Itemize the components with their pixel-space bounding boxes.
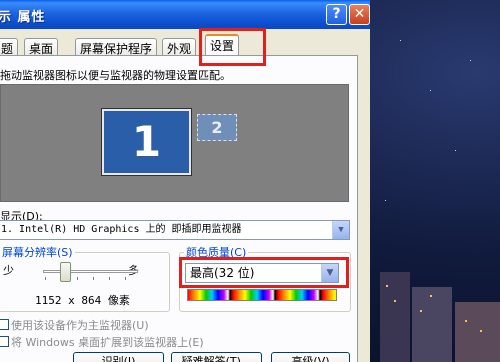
monitor-arrangement-area: 1 2 [0, 84, 349, 202]
tab-appearance[interactable]: 外观 [162, 38, 197, 56]
primary-monitor-label: 使用该设备作为主监视器(U) [11, 319, 149, 332]
resolution-slider-thumb[interactable] [60, 262, 71, 282]
slider-tick [77, 277, 78, 280]
monitor-1-icon[interactable]: 1 [101, 108, 192, 176]
color-spectrum-bar [187, 289, 337, 301]
display-dropdown-value: 1. Intel(R) HD Graphics 上的 即插即用监视器 [1, 224, 242, 235]
chevron-down-icon[interactable]: ▼ [332, 221, 349, 239]
close-button[interactable]: ✕ [349, 4, 370, 25]
instructions-text: 拖动监视器图标以便与监视器的物理设置匹配。 [0, 69, 231, 82]
settings-tab-highlight [199, 28, 266, 66]
advanced-button[interactable]: 高级(V) [271, 352, 350, 362]
slider-tick [109, 277, 110, 280]
tab-screensaver[interactable]: 屏幕保护程序 [75, 38, 158, 56]
primary-monitor-checkbox[interactable] [0, 319, 9, 330]
color-quality-highlight [179, 257, 349, 288]
slider-tick [93, 277, 94, 280]
title-bar[interactable]: 示 属性 ? ✕ [0, 0, 370, 29]
troubleshoot-button[interactable]: 疑难解答(T)... [171, 352, 262, 362]
identify-button[interactable]: 识别(I) [73, 352, 164, 362]
resolution-slider-track[interactable] [43, 270, 138, 273]
help-button[interactable]: ? [326, 4, 347, 25]
tab-strip: 题 桌面 屏幕保护程序 外观 设置 [0, 34, 370, 56]
slider-tick [45, 277, 46, 280]
extend-desktop-checkbox[interactable] [0, 336, 9, 347]
tab-theme[interactable]: 题 [0, 38, 19, 56]
resolution-value: 1152 x 864 像素 [35, 294, 130, 307]
tab-desktop[interactable]: 桌面 [24, 38, 59, 56]
window-title: 示 属性 [0, 10, 46, 25]
slider-less-label: 少 [3, 264, 14, 277]
resolution-group-title: 屏幕分辨率(S) [0, 244, 75, 260]
display-properties-dialog: 示 属性 ? ✕ 题 桌面 屏幕保护程序 外观 设置 拖动监视器图标以便与监视器… [0, 0, 370, 362]
monitor-2-icon[interactable]: 2 [197, 114, 237, 141]
display-dropdown[interactable]: 1. Intel(R) HD Graphics 上的 即插即用监视器 ▼ [0, 220, 350, 240]
extend-desktop-label: 将 Windows 桌面扩展到该监视器上(E) [11, 336, 204, 349]
slider-tick [125, 277, 126, 280]
